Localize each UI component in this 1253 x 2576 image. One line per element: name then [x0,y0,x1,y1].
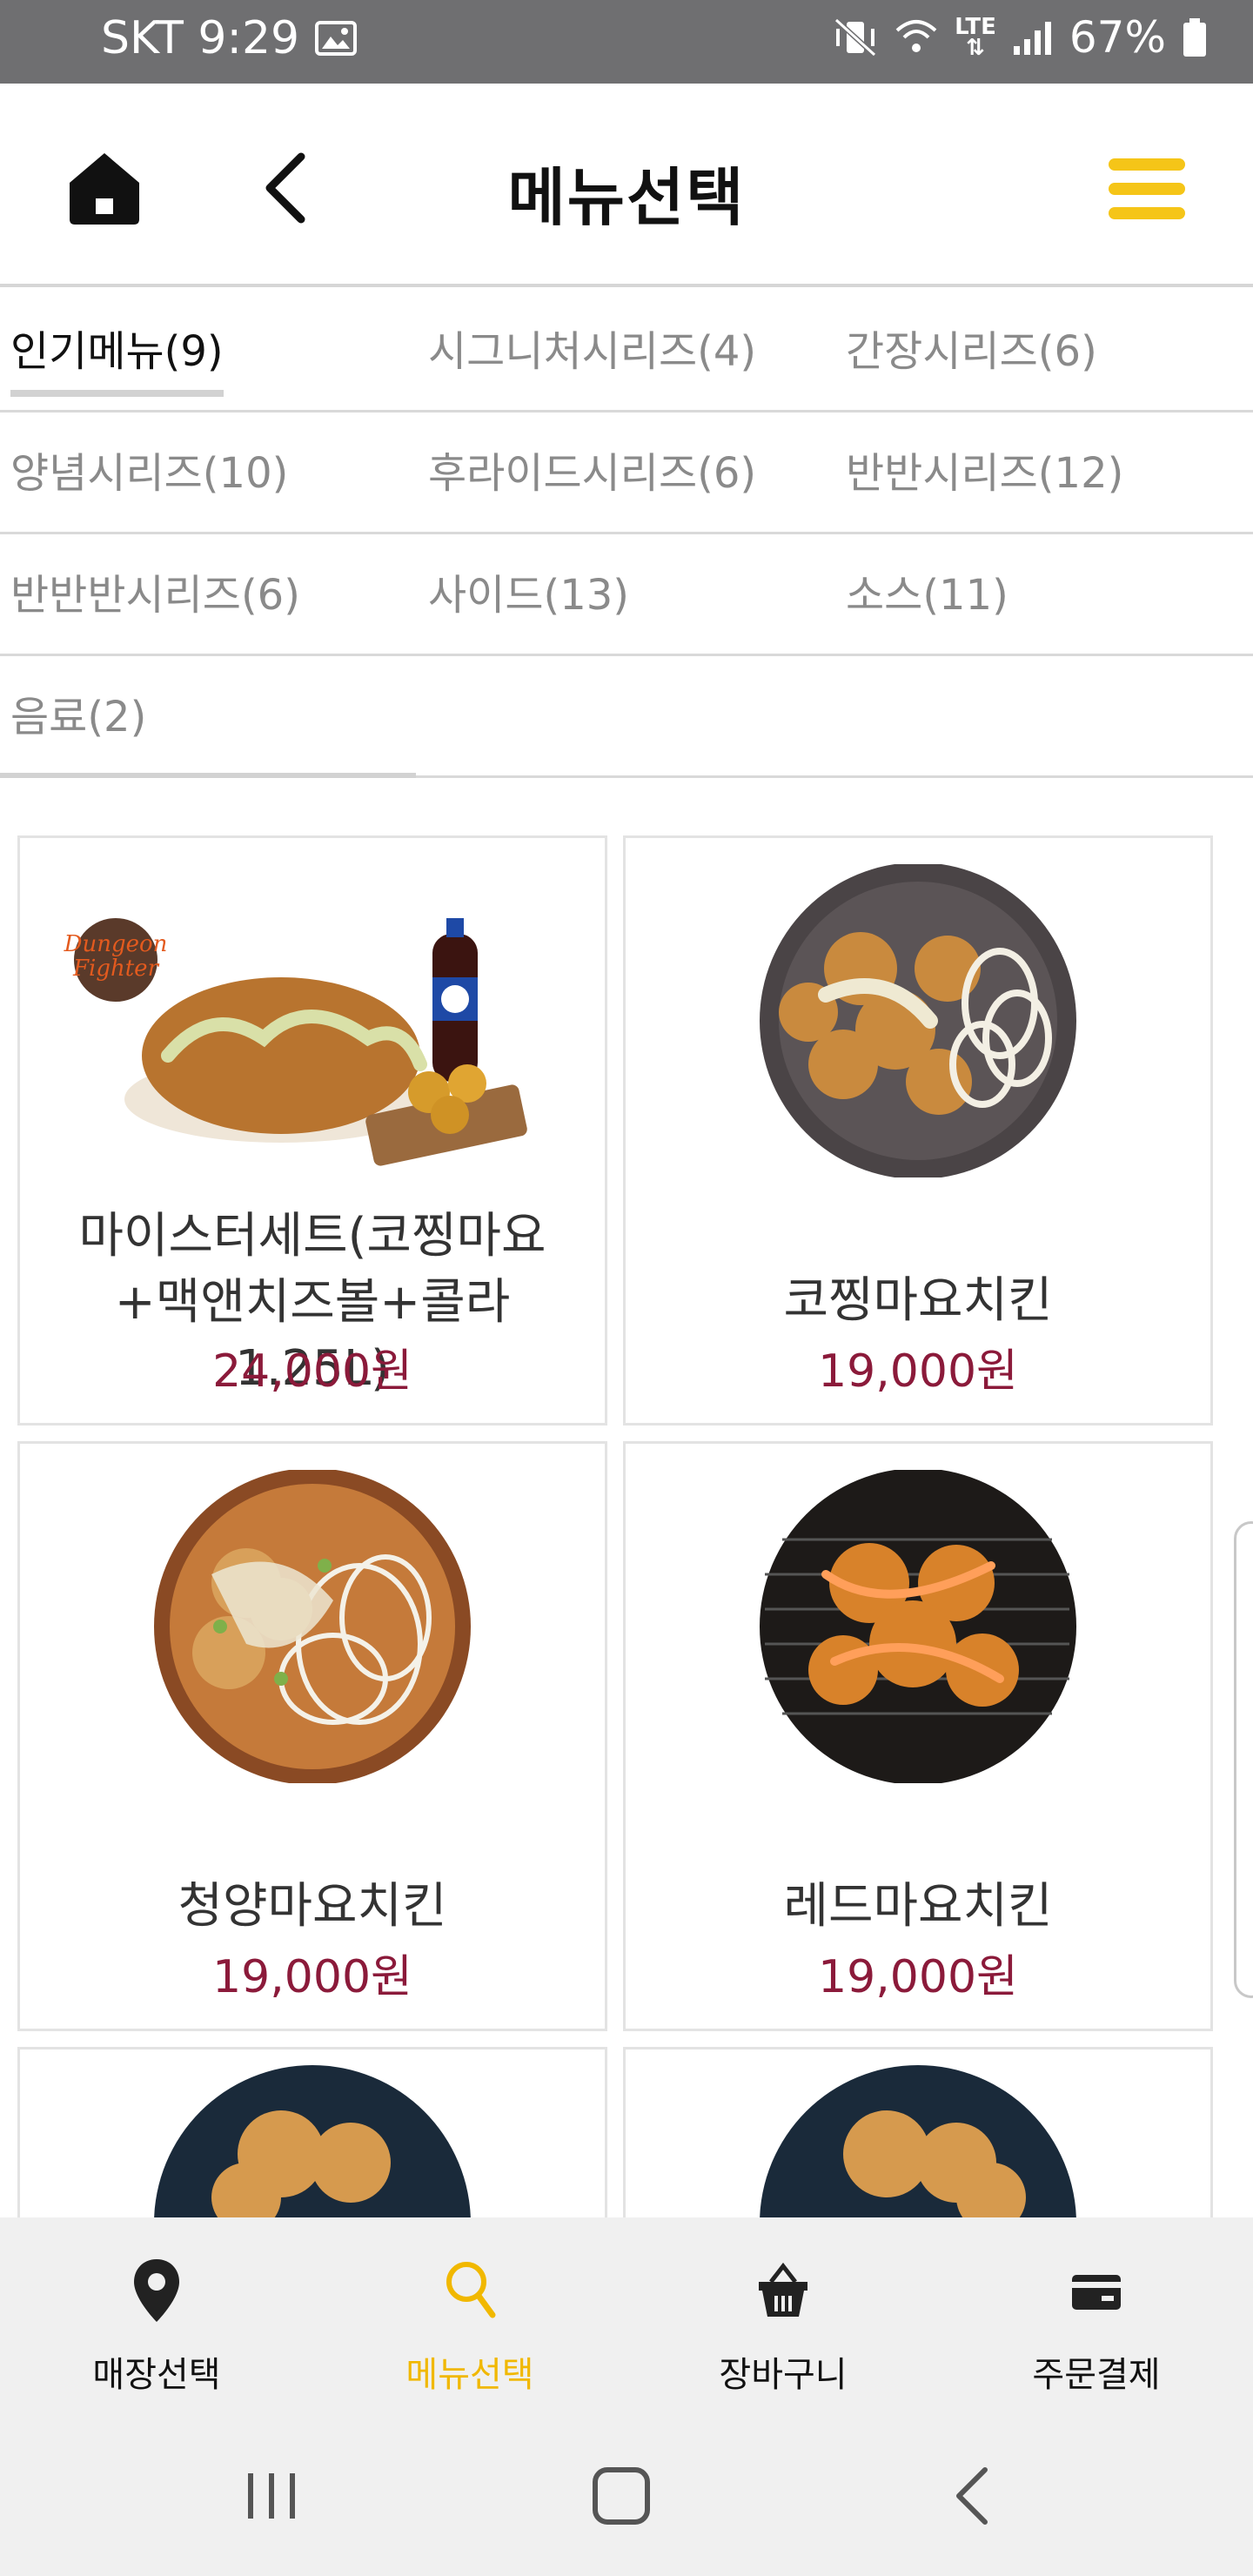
system-nav-bar [0,2412,1253,2576]
app-header: 메뉴선택 [0,84,1253,287]
svg-text:Fighter: Fighter [72,956,160,982]
chevron-left-icon [956,2467,988,2525]
recent-apps-button[interactable] [228,2456,315,2534]
nav-checkout[interactable]: 주문결제 [940,2217,1253,2412]
category-tab-half-half-half[interactable]: 반반반시리즈(6) [10,534,300,656]
category-tabs: 인기메뉴(9) 시그니처시리즈(4) 간장시리즈(6) 양념시리즈(10) 후라… [0,291,1253,778]
status-right: LTE ⇅ 67% [833,12,1208,63]
battery-percent: 67% [1069,12,1166,63]
product-image: Dungeon Fighter [20,864,605,1177]
nav-label: 주문결제 [1032,2355,1161,2395]
wifi-icon [894,18,939,57]
category-tab-sauce[interactable]: 소스(11) [846,534,1008,656]
status-left: SKT 9:29 [101,12,358,64]
product-card[interactable]: 청양마요치킨 19,000원 [17,1441,607,2031]
category-row: 양념시리즈(10) 후라이드시리즈(6) 반반시리즈(12) [0,413,1253,534]
scroll-indicator[interactable] [1234,1521,1253,1998]
category-row: 인기메뉴(9) 시그니처시리즈(4) 간장시리즈(6) [0,291,1253,413]
nav-label: 메뉴선택 [405,2355,534,2395]
carrier-time: SKT 9:29 [101,12,300,64]
product-card[interactable]: 코찡마요치킨 19,000원 [623,835,1213,1426]
category-tab-side[interactable]: 사이드(13) [428,534,629,656]
bottom-nav: 매장선택 메뉴선택 장바구니 주문결제 [0,2217,1253,2412]
signal-icon [1012,18,1054,57]
product-image [760,2065,1076,2238]
product-price: 24,000원 [212,1345,412,1398]
category-tab-seasoned[interactable]: 양념시리즈(10) [10,413,288,534]
status-bar: SKT 9:29 LTE ⇅ 67% [0,0,1253,84]
product-card[interactable]: 레드마요치킨 19,000원 [623,1441,1213,2031]
nav-label: 장바구니 [719,2355,848,2395]
product-name: 레드마요치킨 [783,1878,1053,1935]
card-icon [1072,2275,1121,2310]
category-row: 음료(2) [0,656,1253,778]
vibrate-icon [833,17,878,58]
svg-text:Dungeon: Dungeon [64,931,168,957]
divider [0,773,416,778]
page-title: 메뉴선택 [507,161,746,234]
product-name: 청양마요치킨 [178,1878,447,1935]
product-image [154,2065,471,2238]
product-image [626,1468,1210,1785]
product-price: 19,000원 [212,1951,412,2003]
product-price: 19,000원 [818,1951,1018,2003]
system-back-button[interactable] [929,2456,1016,2534]
category-tab-signature[interactable]: 시그니처시리즈(4) [428,291,756,413]
product-card[interactable]: Dungeon Fighter 마이스터세트(코찡마요+맥앤치즈볼+콜라1.25… [17,835,607,1426]
hamburger-menu-button[interactable] [1107,157,1187,221]
product-card[interactable] [17,2047,607,2238]
product-image [20,1468,605,1785]
nav-cart[interactable]: 장바구니 [626,2217,940,2412]
home-square-icon [593,2467,650,2525]
product-card[interactable] [623,2047,1213,2238]
product-price: 19,000원 [818,1345,1018,1398]
gallery-icon [315,21,358,56]
nav-menu-select[interactable]: 메뉴선택 [313,2217,626,2412]
category-tab-half-half[interactable]: 반반시리즈(12) [846,413,1123,534]
category-tab-soy[interactable]: 간장시리즈(6) [846,291,1097,413]
product-image [626,862,1210,1179]
nav-store-select[interactable]: 매장선택 [0,2217,313,2412]
hamburger-icon [1109,158,1185,219]
home-system-button[interactable] [578,2456,665,2534]
basket-icon [759,2262,807,2317]
category-tab-popular[interactable]: 인기메뉴(9) [10,291,224,413]
category-tab-fried[interactable]: 후라이드시리즈(6) [428,413,756,534]
nav-label: 매장선택 [92,2355,221,2395]
recent-apps-icon [248,2473,295,2519]
lte-icon: LTE ⇅ [955,16,996,61]
data-arrows-icon: ⇅ [966,35,985,61]
category-row: 반반반시리즈(6) 사이드(13) 소스(11) [0,534,1253,656]
product-name: 코찡마요치킨 [783,1272,1053,1329]
battery-icon [1182,17,1208,58]
location-pin-icon [134,2259,179,2322]
search-icon [446,2262,496,2318]
category-tab-drinks[interactable]: 음료(2) [10,656,146,778]
